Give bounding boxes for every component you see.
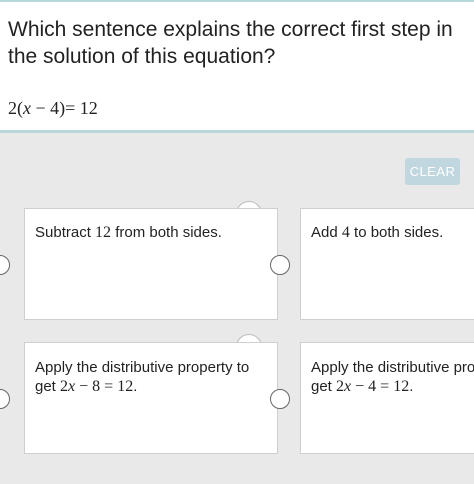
answer-text-3-line1: Apply the distributive property to (35, 359, 250, 376)
answer-card-1[interactable]: Subtract 12 from both sides. (24, 208, 278, 320)
answer-card-4[interactable]: Apply the distributive prop get 2x − 4 =… (300, 342, 474, 454)
answer-text-1-math: 12 (95, 224, 112, 241)
radio-button-2[interactable] (270, 255, 290, 275)
answer-card-3[interactable]: Apply the distributive property to get 2… (24, 342, 278, 454)
radio-button-1[interactable] (0, 255, 10, 275)
clear-button[interactable]: CLEAR (405, 158, 460, 185)
answer-text-2: Add 4 to both sides. (311, 223, 473, 242)
radio-button-3[interactable] (0, 389, 10, 409)
answer-text-1-suffix: from both sides. (111, 224, 222, 241)
radio-button-4[interactable] (270, 389, 290, 409)
answer-text-1: Subtract 12 from both sides. (35, 223, 271, 242)
panel-divider (0, 130, 474, 133)
question-equation: 2(x − 4)= 12 (8, 98, 98, 118)
answer-text-2-math: 4 (341, 224, 350, 241)
answer-card-2[interactable]: Add 4 to both sides. (300, 208, 474, 320)
question-panel: Which sentence explains the correct firs… (0, 2, 474, 130)
answer-text-1-prefix: Subtract (35, 224, 96, 241)
question-text: Which sentence explains the correct firs… (8, 18, 453, 68)
answer-text-2-prefix: Add (311, 224, 342, 241)
answer-text-3-line2: get 2x − 8 = 12. (35, 378, 138, 395)
answer-text-4: Apply the distributive prop get 2x − 4 =… (311, 358, 474, 396)
answer-text-4-line1: Apply the distributive prop (311, 359, 474, 376)
answer-text-2-suffix: to both sides. (349, 224, 444, 241)
answer-text-4-line2: get 2x − 4 = 12. (311, 378, 414, 395)
answer-text-3: Apply the distributive property to get 2… (35, 358, 271, 396)
